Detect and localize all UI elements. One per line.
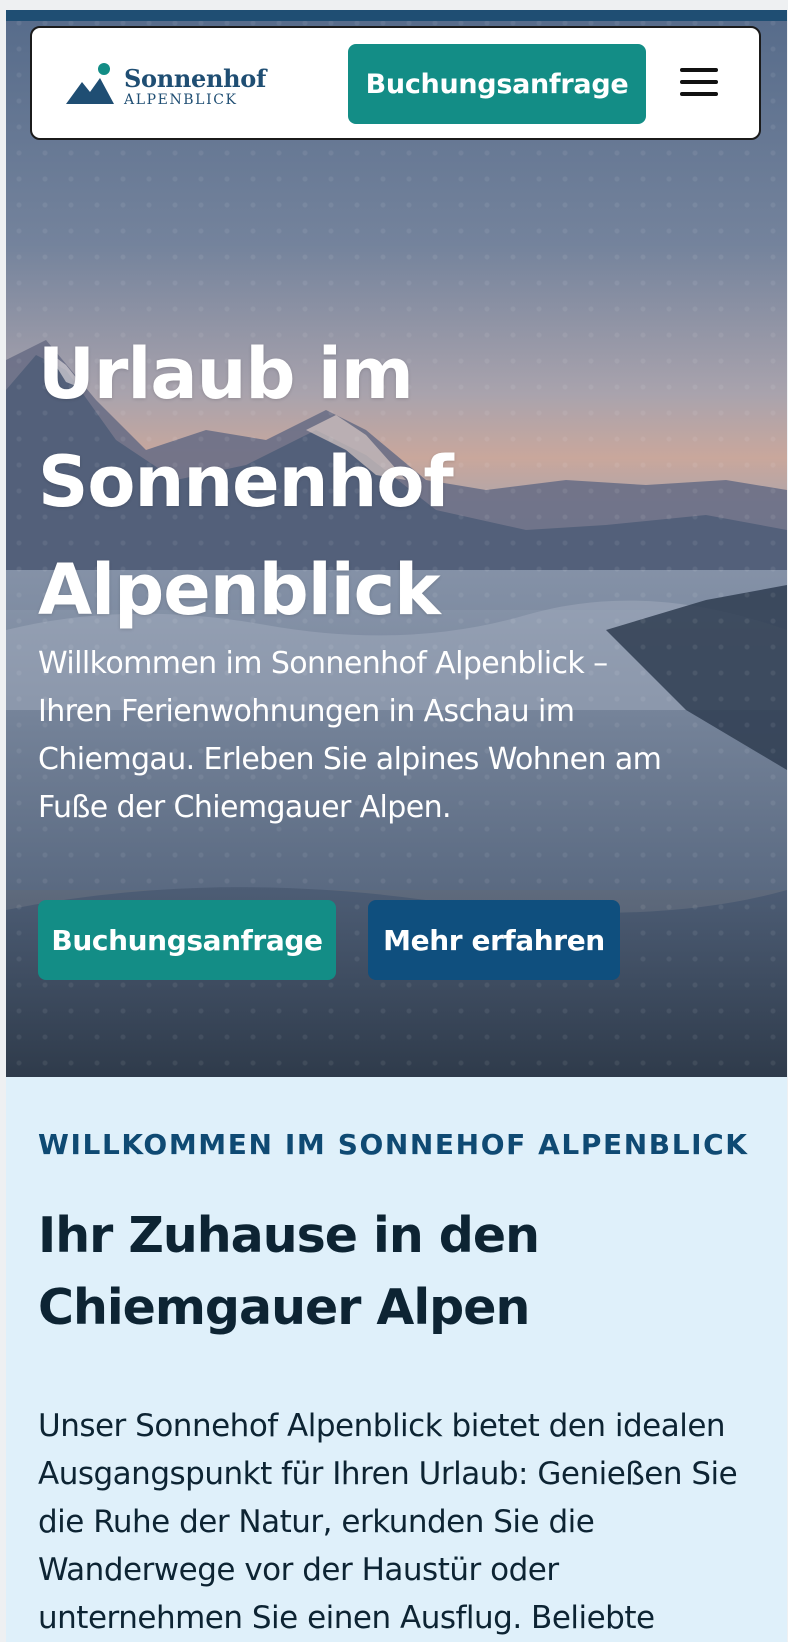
brand-subtitle: ALPENBLICK (124, 92, 238, 108)
section-body-text: Unser Sonnehof Alpenblick bietet den ide… (38, 1408, 738, 1636)
section-title: Ihr Zuhause in den Chiemgauer Alpen (38, 1207, 540, 1336)
page: Sonnenhof ALPENBLICK Buchungsanfrage Url… (6, 10, 787, 1642)
booking-request-button[interactable]: Buchungsanfrage (38, 900, 336, 980)
top-accent-strip (6, 10, 787, 21)
section-kicker: WILLKOMMEN IM SONNEHOF ALPENBLICK (38, 1128, 749, 1161)
brand-name: Sonnenhof (124, 64, 267, 93)
hero-title: Urlaub im Sonnenhof Alpenblick (38, 333, 454, 631)
site-header: Sonnenhof ALPENBLICK Buchungsanfrage (30, 26, 761, 140)
hero-section: Sonnenhof ALPENBLICK Buchungsanfrage Url… (6, 10, 787, 1077)
hero-lead-text: Willkommen im Sonnenhof Alpenblick – Ihr… (38, 646, 662, 825)
mountain-logo-icon (66, 63, 114, 104)
hamburger-menu-icon[interactable] (680, 66, 720, 98)
learn-more-button[interactable]: Mehr erfahren (368, 900, 620, 980)
booking-request-nav-button[interactable]: Buchungsanfrage (348, 44, 646, 124)
brand-logo[interactable]: Sonnenhof ALPENBLICK (66, 62, 286, 112)
